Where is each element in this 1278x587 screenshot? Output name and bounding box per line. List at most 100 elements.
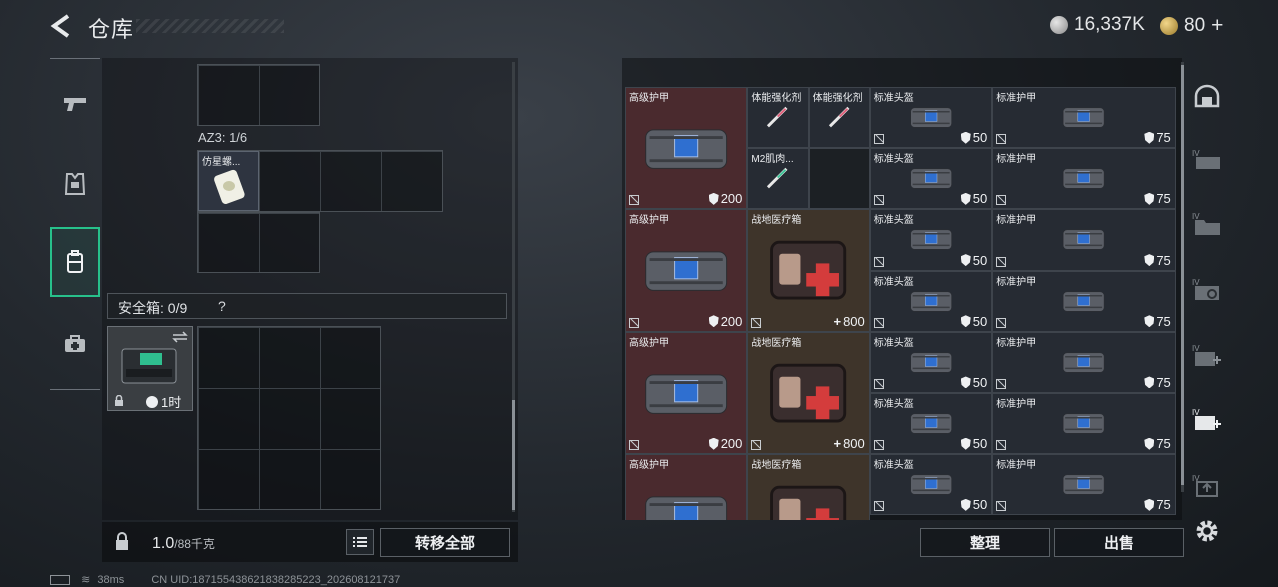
category-medical[interactable] bbox=[50, 309, 100, 379]
field-medkit-icon bbox=[770, 363, 847, 423]
add-gold-button[interactable]: + bbox=[1211, 14, 1223, 38]
warehouse-item[interactable]: 标准护甲 75 bbox=[992, 209, 1176, 271]
inventory-item[interactable]: 仿星螺... bbox=[198, 151, 259, 211]
list-view-button[interactable] bbox=[346, 529, 374, 555]
warehouse-item[interactable]: 标准头盔 50 bbox=[869, 393, 993, 455]
silver-amount: 16,337K bbox=[1074, 14, 1145, 35]
tab-refresh[interactable]: IV bbox=[1190, 274, 1224, 304]
container-grid-bottom[interactable] bbox=[197, 212, 320, 273]
safe-help-icon[interactable]: ? bbox=[218, 298, 226, 314]
warehouse-item[interactable]: 标准护甲 75 bbox=[992, 331, 1176, 393]
armor-pack-icon bbox=[910, 413, 952, 434]
warehouse-item[interactable]: M2肌肉... bbox=[747, 148, 809, 210]
no-insure-icon bbox=[873, 501, 884, 512]
transfer-all-button[interactable]: 转移全部 bbox=[380, 528, 510, 557]
weight-readout: 1.0/88千克 bbox=[152, 535, 215, 553]
gold-amount: 80 bbox=[1184, 15, 1206, 36]
shield-icon bbox=[1144, 131, 1155, 144]
safe-box-slot[interactable]: 1时 bbox=[107, 326, 193, 411]
armor-pack-icon bbox=[1063, 413, 1105, 434]
item-picture bbox=[760, 347, 856, 437]
heal-icon: + bbox=[833, 436, 842, 452]
safe-box-bar: 安全箱: 0/9 ? bbox=[107, 293, 507, 319]
shield-icon bbox=[1144, 254, 1155, 267]
armor-pack-icon bbox=[1063, 229, 1105, 250]
category-weapons[interactable] bbox=[50, 69, 100, 139]
shield-icon bbox=[1144, 498, 1155, 511]
item-picture bbox=[754, 102, 801, 131]
safe-box-grid[interactable] bbox=[197, 326, 381, 510]
item-value-text: 800 bbox=[843, 436, 865, 452]
weight-lock-button[interactable] bbox=[108, 528, 136, 556]
back-arrow-icon bbox=[50, 14, 70, 38]
warehouse-item[interactable]: 标准头盔 50 bbox=[869, 148, 993, 210]
item-picture bbox=[638, 347, 734, 437]
warehouse-item[interactable]: 高级护甲200 bbox=[625, 209, 748, 332]
item-picture bbox=[1011, 408, 1156, 437]
item-value: 50 bbox=[960, 497, 987, 512]
item-value-text: 75 bbox=[1156, 130, 1171, 146]
lock-icon bbox=[115, 395, 123, 406]
warehouse-item[interactable]: 战地医疗箱+800 bbox=[747, 454, 870, 520]
syringe-icon bbox=[767, 106, 788, 128]
item-value: 75 bbox=[1144, 436, 1171, 451]
warehouse-item[interactable]: 高级护甲200 bbox=[625, 454, 748, 520]
warehouse-item[interactable]: 标准护甲 75 bbox=[992, 148, 1176, 210]
item-picture bbox=[1011, 469, 1156, 498]
armor-pack-icon bbox=[1063, 474, 1105, 495]
warehouse-item[interactable]: 高级护甲200 bbox=[625, 331, 748, 455]
warehouse-item[interactable]: 标准头盔 50 bbox=[869, 270, 993, 332]
sort-button[interactable]: 整理 bbox=[920, 528, 1050, 557]
item-picture bbox=[883, 163, 979, 192]
field-medkit-icon bbox=[770, 241, 847, 300]
tab-vest[interactable]: IV bbox=[1190, 144, 1224, 174]
armor-pack-icon bbox=[645, 129, 728, 169]
sell-button[interactable]: 出售 bbox=[1054, 528, 1184, 557]
warehouse-item[interactable]: 标准护甲 75 bbox=[992, 87, 1176, 149]
padlock-icon bbox=[116, 532, 128, 550]
warehouse-item[interactable]: 体能强化剂 bbox=[808, 87, 870, 149]
tab-helmet[interactable] bbox=[1190, 82, 1224, 112]
armor-pack-icon bbox=[910, 474, 952, 495]
warehouse-item[interactable]: 标准头盔 50 bbox=[869, 87, 993, 149]
item-value: 50 bbox=[960, 436, 987, 451]
item-value: 75 bbox=[1144, 253, 1171, 268]
empty-slot bbox=[808, 148, 870, 210]
bottle-icon bbox=[214, 169, 245, 205]
container-grid-top[interactable] bbox=[197, 64, 320, 126]
warehouse-item[interactable]: 体能强化剂 bbox=[747, 87, 809, 149]
warehouse-item[interactable]: 战地医疗箱+800 bbox=[747, 209, 870, 332]
medkit-icon bbox=[65, 335, 85, 352]
category-armor[interactable] bbox=[50, 149, 100, 219]
warehouse-scrollbar-thumb[interactable] bbox=[1181, 65, 1184, 485]
gold-currency[interactable]: 80 + bbox=[1160, 14, 1223, 38]
category-backpack[interactable] bbox=[50, 227, 100, 297]
item-picture bbox=[638, 224, 734, 314]
settings-button[interactable] bbox=[1190, 516, 1224, 546]
warehouse-item[interactable]: 标准头盔 50 bbox=[869, 331, 993, 393]
no-insure-icon bbox=[873, 440, 884, 451]
shield-icon bbox=[960, 192, 971, 205]
warehouse-item[interactable]: 标准护甲 75 bbox=[992, 270, 1176, 332]
item-value: 200 bbox=[708, 314, 742, 329]
weight-capacity: /88千克 bbox=[174, 537, 215, 551]
warehouse-item[interactable]: 战地医疗箱+800 bbox=[747, 331, 870, 455]
warehouse-item[interactable]: 标准护甲 75 bbox=[992, 393, 1176, 455]
swap-icon bbox=[172, 331, 188, 343]
uid-readout: CN UID:18715543862183828522​3_2026081217… bbox=[151, 574, 401, 586]
no-insure-icon bbox=[629, 440, 639, 451]
item-value-text: 800 bbox=[843, 313, 865, 329]
warehouse-item[interactable]: 高级护甲200 bbox=[625, 87, 748, 210]
warehouse-item[interactable]: 标准护甲 75 bbox=[992, 454, 1176, 516]
backpack-scrollbar-thumb[interactable] bbox=[512, 400, 515, 510]
tab-add-active[interactable]: IV bbox=[1190, 404, 1224, 434]
tab-folder[interactable]: IV bbox=[1190, 208, 1224, 238]
shield-icon bbox=[960, 437, 971, 450]
tab-add[interactable]: IV bbox=[1190, 340, 1224, 370]
tab-export[interactable]: IV bbox=[1190, 470, 1224, 500]
warehouse-item[interactable]: 标准头盔 50 bbox=[869, 454, 993, 516]
armor-pack-icon bbox=[910, 168, 952, 189]
back-button[interactable] bbox=[48, 12, 76, 40]
warehouse-item[interactable]: 标准头盔 50 bbox=[869, 209, 993, 271]
helmet-icon bbox=[1194, 84, 1220, 108]
